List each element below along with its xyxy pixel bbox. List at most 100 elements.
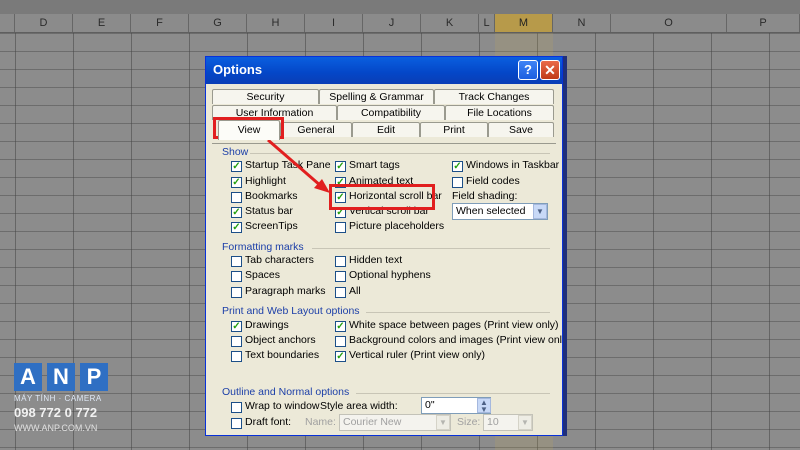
hidden-text-checkbox[interactable] <box>335 256 346 267</box>
logo-letter: A <box>14 363 42 391</box>
checkbox-label: Status bar <box>245 205 293 217</box>
column-header[interactable]: D <box>15 14 73 32</box>
checkbox-label: ScreenTips <box>245 220 298 232</box>
column-header[interactable]: I <box>305 14 363 32</box>
tab-compatibility[interactable]: Compatibility <box>337 105 445 120</box>
checkbox-label: Windows in Taskbar <box>466 159 560 171</box>
section-heading-print-web: Print and Web Layout options <box>222 305 360 317</box>
optional-hyphens-checkbox[interactable] <box>335 271 346 282</box>
logo-phone: 098 772 0 772 <box>14 405 98 420</box>
style-area-width-label: Style area width: <box>320 400 398 412</box>
column-header[interactable]: F <box>131 14 189 32</box>
name-label: Name: <box>305 416 336 428</box>
checkbox-label: Optional hyphens <box>349 269 431 281</box>
tab-file-locations[interactable]: File Locations <box>445 105 554 120</box>
logo-tagline: MÁY TÍNH · CAMERA <box>14 394 102 403</box>
column-header[interactable]: G <box>189 14 247 32</box>
draft-font-name-select[interactable]: Courier New <box>339 414 451 431</box>
options-dialog: Options ? ✕ Security Spelling & Grammar … <box>205 56 563 436</box>
spinner-arrows-icon[interactable]: ▲ ▼ <box>477 398 491 414</box>
checkbox-label: Vertical ruler (Print view only) <box>349 349 485 361</box>
checkbox-label: Bookmarks <box>245 190 298 202</box>
status-bar-checkbox[interactable]: ✓ <box>231 207 242 218</box>
tab-security[interactable]: Security <box>212 89 319 104</box>
column-header[interactable]: H <box>247 14 305 32</box>
dialog-shadow-edge <box>563 56 567 436</box>
chevron-down-icon[interactable]: ▼ <box>533 204 547 219</box>
section-heading-show: Show <box>222 146 249 158</box>
logo-letter: N <box>47 363 75 391</box>
formula-bar-strip <box>0 0 800 15</box>
field-codes-checkbox[interactable] <box>452 177 463 188</box>
chevron-down-icon: ▼ <box>436 415 450 430</box>
tab-spelling-grammar[interactable]: Spelling & Grammar <box>319 89 434 104</box>
tab-save[interactable]: Save <box>488 122 554 137</box>
row-header-corner[interactable] <box>0 14 15 32</box>
close-button[interactable]: ✕ <box>540 60 560 80</box>
column-header[interactable]: O <box>611 14 727 32</box>
tab-view[interactable]: View <box>218 120 280 140</box>
tab-characters-checkbox[interactable] <box>231 256 242 267</box>
screentips-checkbox[interactable]: ✓ <box>231 222 242 233</box>
checkbox-label: Object anchors <box>245 334 316 346</box>
section-divider <box>366 312 550 313</box>
anp-watermark: A N P MÁY TÍNH · CAMERA 098 772 0 772 WW… <box>14 363 110 438</box>
spaces-checkbox[interactable] <box>231 271 242 282</box>
tab-print[interactable]: Print <box>420 122 488 137</box>
field-shading-label: Field shading: <box>452 190 518 202</box>
tab-separator <box>212 143 556 144</box>
column-header[interactable]: P <box>727 14 800 32</box>
checkbox-label: White space between pages (Print view on… <box>349 319 559 331</box>
background-colors-checkbox[interactable] <box>335 336 346 347</box>
tab-edit[interactable]: Edit <box>352 122 420 137</box>
drawings-checkbox[interactable]: ✓ <box>231 321 242 332</box>
paragraph-marks-checkbox[interactable] <box>231 287 242 298</box>
bookmarks-checkbox[interactable] <box>231 192 242 203</box>
column-header[interactable]: L <box>479 14 495 32</box>
object-anchors-checkbox[interactable] <box>231 336 242 347</box>
text-boundaries-checkbox[interactable] <box>231 351 242 362</box>
checkbox-label: Picture placeholders <box>349 220 445 232</box>
vertical-ruler-checkbox[interactable]: ✓ <box>335 351 346 362</box>
picture-placeholders-checkbox[interactable] <box>335 222 346 233</box>
checkbox-label: Smart tags <box>349 159 400 171</box>
size-label: Size: <box>457 416 481 428</box>
column-header[interactable]: N <box>553 14 611 32</box>
section-heading-formatting-marks: Formatting marks <box>222 241 304 253</box>
checkbox-label: Paragraph marks <box>245 285 326 297</box>
logo-letter: P <box>80 363 108 391</box>
dialog-titlebar[interactable]: Options ? ✕ <box>206 57 562 84</box>
tab-general[interactable]: General <box>280 122 352 137</box>
checkbox-label: Startup Task Pane <box>245 159 331 171</box>
column-header[interactable]: E <box>73 14 131 32</box>
draft-font-checkbox[interactable] <box>231 418 242 429</box>
section-divider <box>312 248 550 249</box>
checkbox-label: Text boundaries <box>245 349 320 361</box>
white-space-checkbox[interactable]: ✓ <box>335 321 346 332</box>
column-header[interactable]: J <box>363 14 421 32</box>
column-header-selected[interactable]: M <box>495 14 553 32</box>
column-header[interactable]: K <box>421 14 479 32</box>
highlight-checkbox[interactable]: ✓ <box>231 177 242 188</box>
logo-url: WWW.ANP.COM.VN <box>14 423 98 433</box>
startup-task-pane-checkbox[interactable]: ✓ <box>231 161 242 172</box>
wrap-to-window-checkbox[interactable] <box>231 402 242 413</box>
section-heading-outline-normal: Outline and Normal options <box>222 386 350 398</box>
section-divider <box>250 153 550 154</box>
dialog-title: Options <box>213 62 263 77</box>
horizontal-scroll-bar-highlight <box>329 184 435 210</box>
checkbox-label: All <box>349 285 361 297</box>
checkbox-label: Wrap to window <box>245 400 320 412</box>
help-button[interactable]: ? <box>518 60 538 80</box>
chevron-down-icon: ▼ <box>518 415 532 430</box>
checkbox-label: Highlight <box>245 175 286 187</box>
windows-in-taskbar-checkbox[interactable]: ✓ <box>452 161 463 172</box>
all-checkbox[interactable] <box>335 287 346 298</box>
checkbox-label: Spaces <box>245 269 281 281</box>
smart-tags-checkbox[interactable]: ✓ <box>335 161 346 172</box>
tab-track-changes[interactable]: Track Changes <box>434 89 554 104</box>
column-header-row: D E F G H I J K L M N O P <box>0 14 800 33</box>
checkbox-label: Tab characters <box>245 254 314 266</box>
checkbox-label: Field codes <box>466 175 520 187</box>
checkbox-label: Drawings <box>245 319 289 331</box>
